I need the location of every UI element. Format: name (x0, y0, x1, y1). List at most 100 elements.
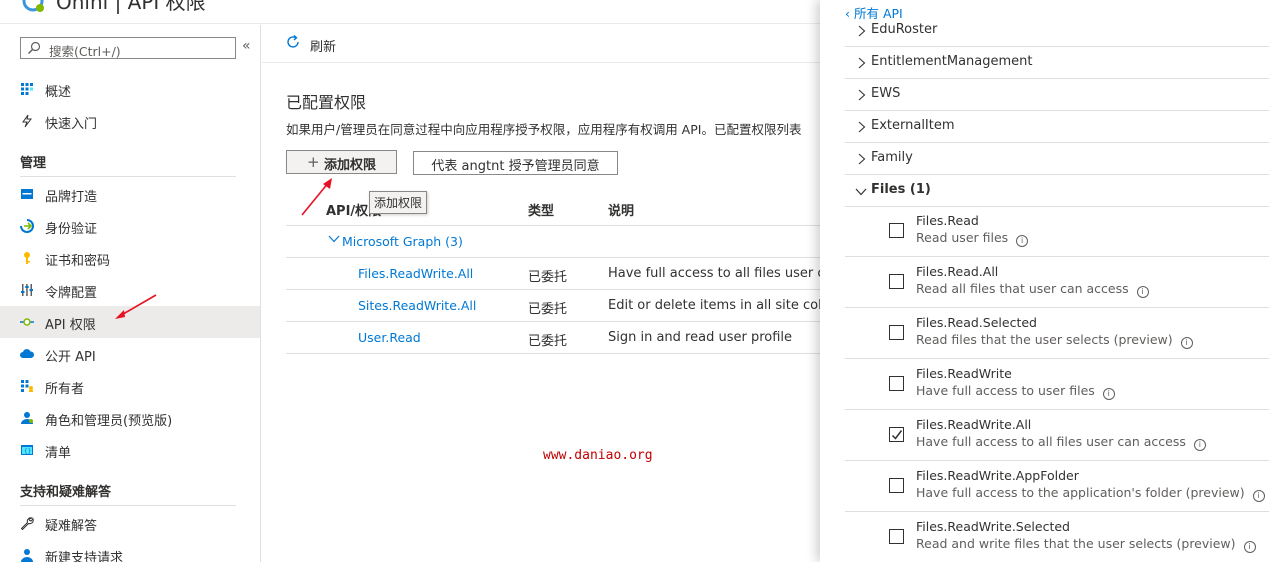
sidebar-item-roles-admins[interactable]: 角色和管理员(预览版) (0, 402, 260, 434)
tooltip: 添加权限 (369, 191, 428, 214)
sidebar-item-troubleshooting[interactable]: 疑难解答 (0, 507, 260, 539)
search-icon (28, 41, 41, 54)
permission-type: 已委托 (528, 334, 568, 349)
column-header-type[interactable]: 类型 (528, 200, 554, 219)
chevron-down-icon (328, 235, 340, 243)
permission-description: Read and write files that the user selec… (916, 536, 1256, 553)
search-input[interactable]: 搜索(Ctrl+/) (20, 37, 236, 59)
sidebar-item-owners[interactable]: 所有者 (0, 370, 260, 402)
info-icon[interactable]: i (1016, 235, 1029, 247)
permission-checkbox[interactable] (889, 478, 904, 493)
chevron-right-icon (858, 57, 866, 69)
divider (20, 505, 236, 506)
api-group-files[interactable]: Files (1) (845, 175, 1269, 207)
section-heading-support: 支持和疑难解答 (20, 485, 112, 500)
sidebar-item-label: 概述 (45, 85, 72, 100)
sidebar-item-expose-api[interactable]: 公开 API (0, 338, 260, 370)
api-group-label: Family (871, 150, 913, 165)
sidebar-item-label: 身份验证 (45, 222, 98, 237)
permission-description: Have full access to the application's fo… (916, 485, 1265, 502)
roles-icon (21, 412, 33, 424)
permission-link[interactable]: Files.ReadWrite.All (358, 266, 473, 281)
permission-description: Read user files i (916, 230, 1029, 247)
branding-icon (21, 189, 33, 199)
info-icon[interactable]: i (1180, 337, 1193, 349)
api-group-eduroster[interactable]: EduRoster (845, 15, 1269, 47)
api-group-label: EWS (871, 86, 901, 101)
api-group-family[interactable]: Family (845, 143, 1269, 175)
permission-option[interactable]: Files.ReadWrite Have full access to user… (845, 359, 1269, 410)
annotation-arrow (115, 294, 157, 319)
request-api-permissions-panel: ‹ 所有 API EduRoster EntitlementManagement… (820, 0, 1269, 562)
permission-name: Files.ReadWrite.AppFolder (916, 468, 1079, 483)
api-group-label: ExternalItem (871, 118, 955, 133)
permission-description: Sign in and read user profile (608, 330, 793, 345)
permission-option[interactable]: Files.ReadWrite.AppFolder Have full acce… (845, 461, 1269, 512)
sidebar-item-branding[interactable]: 品牌打造 (0, 178, 260, 210)
permission-name: Files.ReadWrite (916, 366, 1012, 381)
permission-checkbox[interactable] (889, 376, 904, 391)
watermark: www.daniao.org (543, 448, 653, 463)
permission-link[interactable]: User.Read (358, 330, 421, 345)
permission-checkbox[interactable] (889, 529, 904, 544)
button-label: 代表 angtnt 授予管理员同意 (431, 159, 600, 174)
permission-description: Edit or delete items in all site collect… (608, 298, 820, 313)
checkmark-icon (891, 430, 903, 440)
chevron-right-icon (858, 121, 866, 133)
refresh-button[interactable]: 刷新 (310, 36, 336, 55)
permission-option[interactable]: Files.ReadWrite.All Have full access to … (845, 410, 1269, 461)
permission-name: Files.Read.All (916, 264, 999, 279)
permission-checkbox-checked[interactable] (889, 427, 904, 442)
table-row: Files.ReadWrite.All 已委托 Have full access… (286, 258, 820, 290)
permission-option[interactable]: Files.Read.All Read all files that user … (845, 257, 1269, 308)
refresh-icon[interactable] (285, 34, 301, 50)
permission-type: 已委托 (528, 302, 568, 317)
sidebar-item-quickstart[interactable]: 快速入门 (0, 105, 260, 137)
search-placeholder: 搜索(Ctrl+/) (49, 44, 121, 59)
grant-admin-consent-button[interactable]: 代表 angtnt 授予管理员同意 (413, 151, 618, 175)
collapse-sidebar-button[interactable]: « (242, 38, 251, 54)
sidebar-item-label: 快速入门 (45, 117, 98, 132)
info-icon[interactable]: i (1193, 439, 1206, 451)
title-bar: Onini | API 权限 (0, 0, 820, 24)
sidebar-item-authentication[interactable]: 身份验证 (0, 210, 260, 242)
info-icon[interactable]: i (1102, 388, 1115, 400)
permission-option[interactable]: Files.Read.Selected Read files that the … (845, 308, 1269, 359)
api-permissions-icon (20, 318, 34, 326)
api-group-entitlementmanagement[interactable]: EntitlementManagement (845, 47, 1269, 79)
token-config-icon (21, 284, 33, 296)
permission-name: Files.ReadWrite.Selected (916, 519, 1070, 534)
permission-description: Have full access to user files i (916, 383, 1115, 400)
permission-option[interactable]: Files.ReadWrite.Selected Read and write … (845, 512, 1269, 562)
section-heading-manage: 管理 (20, 156, 47, 171)
sidebar-item-certificates[interactable]: 证书和密码 (0, 242, 260, 274)
info-icon[interactable]: i (1243, 541, 1256, 553)
section-description: 如果用户/管理员在同意过程中向应用程序授予权限，应用程序有权调用 API。已配置… (286, 122, 802, 137)
permission-checkbox[interactable] (889, 223, 904, 238)
wrench-icon (20, 517, 34, 530)
svg-text:{}: {} (24, 448, 31, 455)
command-bar: 刷新 (262, 25, 820, 63)
info-icon[interactable]: i (1136, 286, 1149, 298)
page-header-title: Onini | API 权限 (56, 0, 206, 14)
api-group-ews[interactable]: EWS (845, 79, 1269, 111)
sidebar-item-overview[interactable]: 概述 (0, 73, 260, 105)
column-header-description[interactable]: 说明 (608, 200, 634, 219)
button-label: 添加权限 (324, 158, 377, 173)
sidebar-item-label: 品牌打造 (45, 190, 98, 205)
permission-description: Have full access to all files user can a… (916, 434, 1206, 451)
sidebar-item-new-support-request[interactable]: 新建支持请求 (0, 539, 260, 562)
sidebar-item-manifest[interactable]: {} 清单 (0, 434, 260, 466)
group-row-microsoft-graph[interactable]: Microsoft Graph (3) (286, 226, 820, 258)
permission-option[interactable]: Files.Read Read user files i (845, 206, 1269, 257)
api-group-externalitem[interactable]: ExternalItem (845, 111, 1269, 143)
app-registration-icon (22, 0, 44, 12)
permission-checkbox[interactable] (889, 325, 904, 340)
support-person-icon (21, 549, 33, 562)
sidebar-item-label: 令牌配置 (45, 286, 98, 301)
permission-checkbox[interactable] (889, 274, 904, 289)
add-permission-button[interactable]: + 添加权限 (286, 150, 397, 174)
permission-link[interactable]: Sites.ReadWrite.All (358, 298, 476, 313)
api-group-label: EntitlementManagement (871, 54, 1033, 69)
info-icon[interactable]: i (1252, 490, 1265, 502)
